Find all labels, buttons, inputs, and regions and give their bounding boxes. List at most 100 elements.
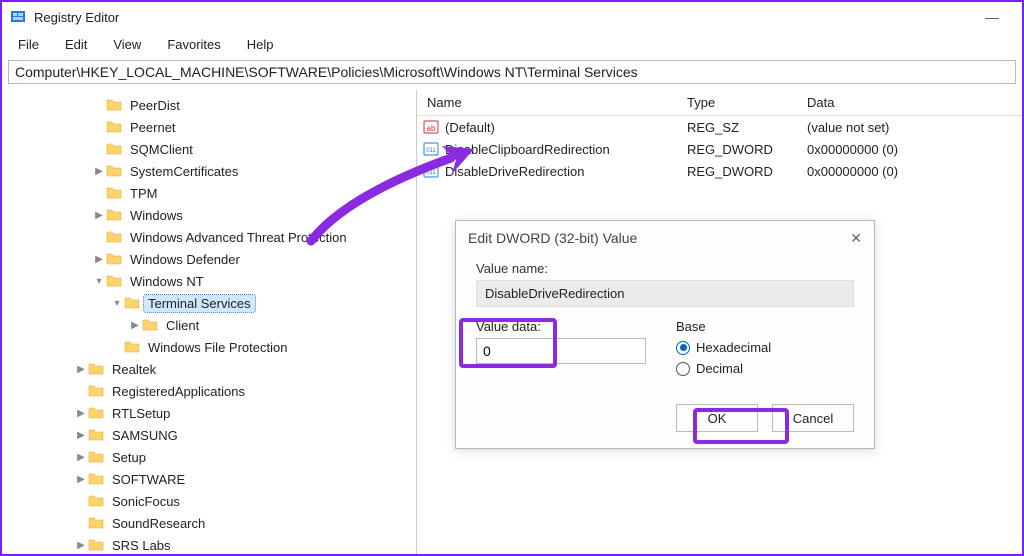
folder-icon xyxy=(88,471,104,487)
tree-item-label: Windows NT xyxy=(126,273,208,290)
value-icon: ab xyxy=(423,119,441,135)
list-row[interactable]: 011DisableDriveRedirectionREG_DWORD0x000… xyxy=(417,160,1022,182)
dialog-titlebar: Edit DWORD (32-bit) Value ✕ xyxy=(456,221,874,255)
radio-hexadecimal[interactable]: Hexadecimal xyxy=(676,340,771,355)
menu-favorites[interactable]: Favorites xyxy=(157,35,230,54)
col-type[interactable]: Type xyxy=(677,95,797,110)
tree-item[interactable]: SoundResearch xyxy=(2,512,416,534)
tree-item[interactable]: RegisteredApplications xyxy=(2,380,416,402)
list-row[interactable]: ab(Default)REG_SZ(value not set) xyxy=(417,116,1022,138)
folder-icon xyxy=(106,141,122,157)
folder-icon xyxy=(88,537,104,553)
tree-item-label: SRS Labs xyxy=(108,537,175,554)
chevron-icon[interactable]: ▶ xyxy=(92,166,106,177)
radio-icon xyxy=(676,362,690,376)
tree-item[interactable]: SQMClient xyxy=(2,138,416,160)
tree-item[interactable]: SonicFocus xyxy=(2,490,416,512)
tree-item-label: TPM xyxy=(126,185,161,202)
menu-help[interactable]: Help xyxy=(237,35,284,54)
chevron-icon[interactable]: ▶ xyxy=(128,320,142,331)
tree-item[interactable]: ▶ Client xyxy=(2,314,416,336)
folder-icon xyxy=(88,493,104,509)
address-bar[interactable]: Computer\HKEY_LOCAL_MACHINE\SOFTWARE\Pol… xyxy=(8,60,1016,84)
folder-icon xyxy=(88,361,104,377)
tree-item[interactable]: Windows Advanced Threat Protection xyxy=(2,226,416,248)
tree-item[interactable]: ▾ Windows NT xyxy=(2,270,416,292)
radio-dec-label: Decimal xyxy=(696,361,743,376)
tree-item[interactable]: ▶Setup xyxy=(2,446,416,468)
tree-item[interactable]: ▶ SRS Labs xyxy=(2,534,416,554)
chevron-icon[interactable]: ▾ xyxy=(110,298,124,309)
col-name[interactable]: Name xyxy=(417,95,677,110)
folder-icon xyxy=(106,185,122,201)
tree-item-label: SOFTWARE xyxy=(108,471,189,488)
tree-item-label: SQMClient xyxy=(126,141,197,158)
folder-icon xyxy=(88,515,104,531)
tree-item[interactable]: ▶ RTLSetup xyxy=(2,402,416,424)
tree-item[interactable]: ▶ Windows Defender xyxy=(2,248,416,270)
value-data-input[interactable] xyxy=(476,338,646,364)
tree-item-label: Realtek xyxy=(108,361,160,378)
tree-item[interactable]: ▾Terminal Services xyxy=(2,292,416,314)
tree-item-label: Windows File Protection xyxy=(144,339,291,356)
folder-icon xyxy=(124,295,140,311)
tree-item[interactable]: TPM xyxy=(2,182,416,204)
value-type: REG_SZ xyxy=(677,120,797,135)
svg-text:011: 011 xyxy=(426,148,436,154)
radio-hex-label: Hexadecimal xyxy=(696,340,771,355)
tree-item[interactable]: ▶ SystemCertificates xyxy=(2,160,416,182)
chevron-icon[interactable]: ▶ xyxy=(74,474,88,485)
tree-item-label: Client xyxy=(162,317,203,334)
folder-icon xyxy=(106,251,122,267)
value-data: (value not set) xyxy=(797,120,1022,135)
titlebar: Registry Editor ― xyxy=(2,2,1022,32)
tree-item-label: SoundResearch xyxy=(108,515,209,532)
tree-item[interactable]: ▶ SAMSUNG xyxy=(2,424,416,446)
chevron-icon[interactable]: ▶ xyxy=(92,210,106,221)
tree-item-label: Windows Defender xyxy=(126,251,244,268)
chevron-icon[interactable]: ▶ xyxy=(74,364,88,375)
list-row[interactable]: 011DisableClipboardRedirectionREG_DWORD0… xyxy=(417,138,1022,160)
folder-icon xyxy=(142,317,158,333)
tree-item-label: RegisteredApplications xyxy=(108,383,249,400)
value-name: DisableClipboardRedirection xyxy=(445,142,677,157)
tree-item[interactable]: ▶ SOFTWARE xyxy=(2,468,416,490)
tree-item-label: RTLSetup xyxy=(108,405,174,422)
chevron-icon[interactable]: ▶ xyxy=(74,430,88,441)
tree-item-label: SAMSUNG xyxy=(108,427,182,444)
tree-panel[interactable]: PeerDist Peernet SQMClient ▶ SystemCertifica… xyxy=(2,90,417,554)
ok-button[interactable]: OK xyxy=(676,404,758,432)
list-header: Name Type Data xyxy=(417,90,1022,116)
chevron-icon[interactable]: ▶ xyxy=(74,408,88,419)
chevron-icon[interactable]: ▶ xyxy=(92,254,106,265)
chevron-icon[interactable]: ▾ xyxy=(92,276,106,287)
tree-item[interactable]: PeerDist xyxy=(2,94,416,116)
radio-icon xyxy=(676,341,690,355)
edit-dword-dialog: Edit DWORD (32-bit) Value ✕ Value name: … xyxy=(455,220,875,449)
chevron-icon[interactable]: ▶ xyxy=(74,452,88,463)
minimize-button[interactable]: ― xyxy=(970,9,1014,25)
folder-icon xyxy=(88,405,104,421)
value-data-label: Value data: xyxy=(476,319,646,334)
tree-item-label: SonicFocus xyxy=(108,493,184,510)
tree-item[interactable]: ▶ Realtek xyxy=(2,358,416,380)
window-title: Registry Editor xyxy=(34,10,970,25)
menu-file[interactable]: File xyxy=(8,35,49,54)
tree-item-label: Peernet xyxy=(126,119,180,136)
radio-decimal[interactable]: Decimal xyxy=(676,361,771,376)
value-data: 0x00000000 (0) xyxy=(797,142,1022,157)
folder-icon xyxy=(106,273,122,289)
chevron-icon[interactable]: ▶ xyxy=(74,540,88,551)
tree-item[interactable]: Peernet xyxy=(2,116,416,138)
folder-icon xyxy=(106,119,122,135)
tree-item[interactable]: ▶Windows xyxy=(2,204,416,226)
cancel-button[interactable]: Cancel xyxy=(772,404,854,432)
menu-view[interactable]: View xyxy=(103,35,151,54)
menubar: File Edit View Favorites Help xyxy=(2,32,1022,56)
value-name-label: Value name: xyxy=(476,261,854,276)
col-data[interactable]: Data xyxy=(797,95,1022,110)
tree-item[interactable]: Windows File Protection xyxy=(2,336,416,358)
menu-edit[interactable]: Edit xyxy=(55,35,97,54)
tree-item-label: SystemCertificates xyxy=(126,163,242,180)
close-icon[interactable]: ✕ xyxy=(850,230,862,247)
